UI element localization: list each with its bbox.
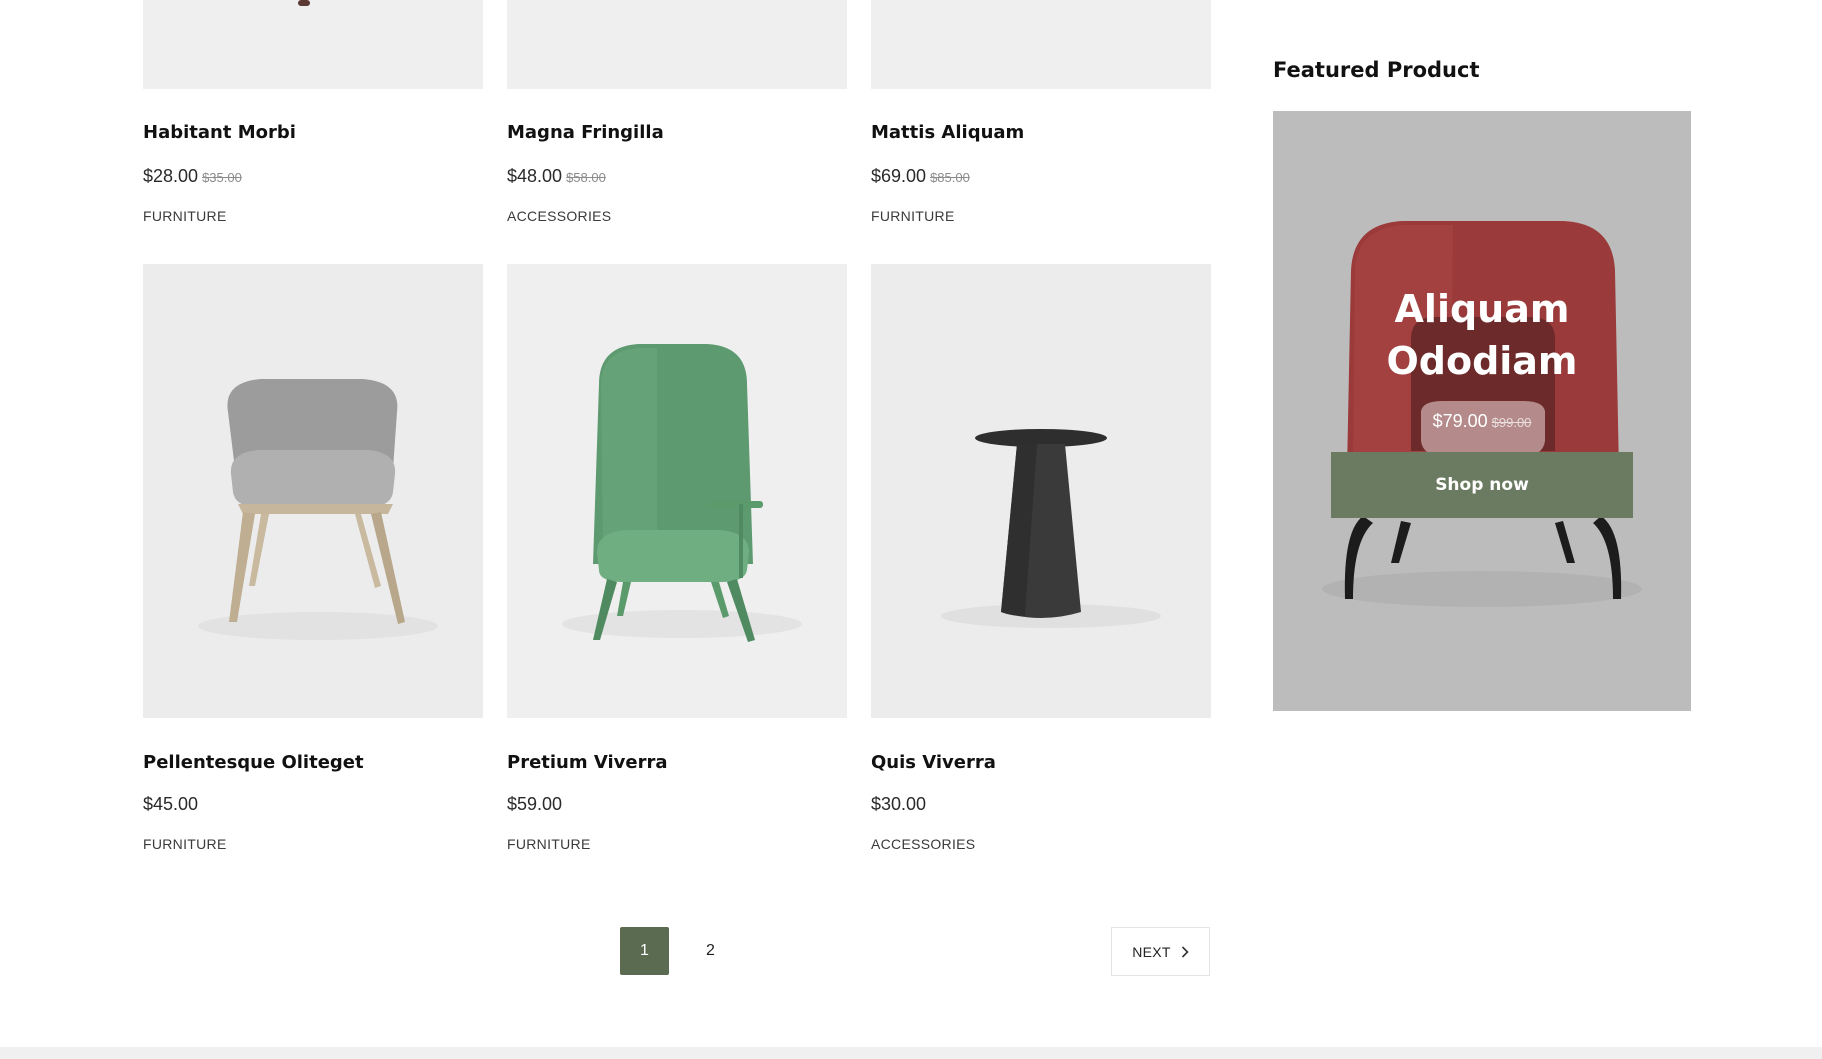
featured-price: $79.00 <box>1432 411 1488 431</box>
product-old-price: $35.00 <box>202 170 242 185</box>
product-image[interactable] <box>871 0 1211 89</box>
product-image[interactable] <box>143 0 483 89</box>
product-card[interactable]: Mattis Aliquam $69.00 $85.00 FURNITURE <box>871 0 1211 230</box>
product-card[interactable]: Quis Viverra $30.00 ACCESSORIES <box>871 264 1211 864</box>
product-price: $30.00 <box>871 794 927 814</box>
featured-old-price: $99.00 <box>1491 415 1532 430</box>
product-name[interactable]: Quis Viverra <box>871 752 996 773</box>
product-card[interactable]: Pellentesque Oliteget $45.00 FURNITURE <box>143 264 483 864</box>
product-image[interactable] <box>507 264 847 718</box>
side-table-icon <box>941 429 1161 628</box>
product-price: $59.00 <box>507 794 563 814</box>
product-name[interactable]: Pretium Viverra <box>507 752 668 773</box>
product-prices: $30.00 <box>871 794 926 815</box>
featured-prices: $79.00 $99.00 <box>1273 411 1691 432</box>
featured-title-line1: Aliquam <box>1394 287 1570 331</box>
product-prices: $45.00 <box>143 794 198 815</box>
product-card[interactable]: Habitant Morbi $28.00 $35.00 FURNITURE <box>143 0 483 230</box>
footer-strip <box>0 1047 1822 1059</box>
product-category[interactable]: FURNITURE <box>143 836 227 852</box>
product-prices: $28.00 $35.00 <box>143 166 242 187</box>
featured-heading: Featured Product <box>1273 58 1480 82</box>
featured-title-line2: Ododiam <box>1386 339 1578 383</box>
featured-product-card[interactable]: Aliquam Ododiam $79.00 $99.00 Shop now <box>1273 111 1691 711</box>
product-category[interactable]: FURNITURE <box>871 208 955 224</box>
product-name[interactable]: Habitant Morbi <box>143 122 296 143</box>
product-old-price: $58.00 <box>566 170 606 185</box>
product-category[interactable]: ACCESSORIES <box>871 836 975 852</box>
chair-leg-icon <box>298 0 310 6</box>
product-prices: $69.00 $85.00 <box>871 166 970 187</box>
product-image[interactable] <box>871 264 1211 718</box>
product-image[interactable] <box>143 264 483 718</box>
grey-armchair-icon <box>198 379 438 640</box>
product-prices: $48.00 $58.00 <box>507 166 606 187</box>
product-price: $48.00 <box>507 166 563 186</box>
product-price: $69.00 <box>871 166 927 186</box>
green-highback-chair-icon <box>562 344 802 642</box>
product-price: $45.00 <box>143 794 199 814</box>
product-prices: $59.00 <box>507 794 562 815</box>
product-category[interactable]: FURNITURE <box>143 208 227 224</box>
shop-now-button[interactable]: Shop now <box>1331 452 1633 518</box>
product-image[interactable] <box>507 0 847 89</box>
product-old-price: $85.00 <box>930 170 970 185</box>
product-name[interactable]: Mattis Aliquam <box>871 122 1024 143</box>
product-card[interactable]: Magna Fringilla $48.00 $58.00 ACCESSORIES <box>507 0 847 230</box>
next-label: NEXT <box>1132 943 1171 960</box>
product-price: $28.00 <box>143 166 199 186</box>
page-1-button[interactable]: 1 <box>620 927 669 975</box>
product-name[interactable]: Pellentesque Oliteget <box>143 752 364 773</box>
product-category[interactable]: ACCESSORIES <box>507 208 611 224</box>
featured-title[interactable]: Aliquam Ododiam <box>1273 283 1691 387</box>
product-name[interactable]: Magna Fringilla <box>507 122 664 143</box>
next-page-button[interactable]: NEXT <box>1111 927 1210 976</box>
chevron-right-icon <box>1181 945 1189 958</box>
product-category[interactable]: FURNITURE <box>507 836 591 852</box>
page-2-button[interactable]: 2 <box>686 927 735 975</box>
product-card[interactable]: Pretium Viverra $59.00 FURNITURE <box>507 264 847 864</box>
